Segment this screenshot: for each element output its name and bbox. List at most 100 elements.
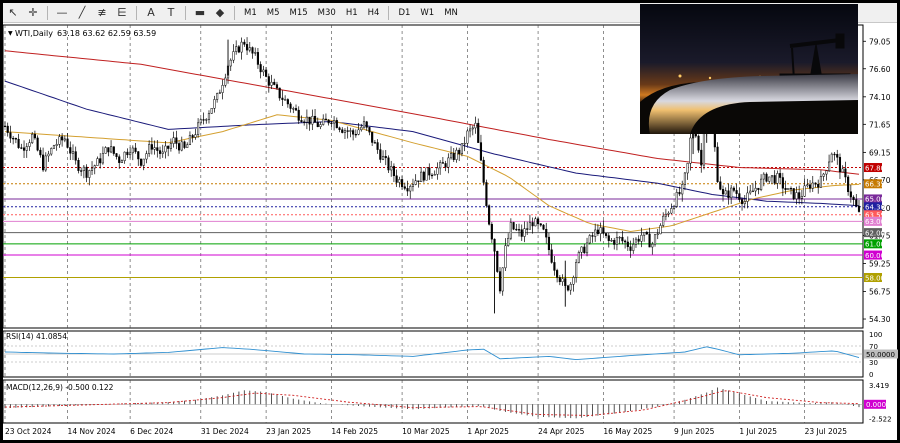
candle-body — [811, 182, 814, 189]
candle-body — [123, 151, 126, 161]
candle-body — [254, 52, 257, 54]
candle-body — [139, 158, 143, 166]
candle-body — [330, 122, 333, 125]
candle — [716, 142, 719, 183]
candle — [553, 255, 556, 276]
candle-body — [349, 130, 352, 132]
candle-body — [148, 144, 151, 154]
candle-body — [828, 161, 831, 172]
candle — [42, 147, 45, 172]
candle-body — [667, 212, 670, 215]
candle — [224, 73, 227, 88]
candle — [406, 180, 409, 196]
candle-body — [311, 115, 314, 125]
candle — [207, 110, 211, 124]
candle — [591, 232, 594, 243]
x-tick-label: 23 Oct 2024 — [5, 427, 52, 436]
candle — [338, 126, 341, 133]
candle-body — [245, 44, 249, 51]
candle-body — [436, 167, 439, 175]
candle-body — [52, 145, 56, 149]
candle — [368, 126, 371, 136]
y-tick-label: 56.75 — [869, 288, 891, 297]
candle — [507, 233, 510, 247]
candle — [213, 95, 216, 113]
candle — [256, 47, 260, 69]
candle — [289, 102, 292, 113]
candle-body — [25, 146, 28, 151]
candle-body — [259, 64, 262, 73]
candle — [311, 109, 314, 131]
candle — [773, 170, 776, 185]
candle — [365, 120, 368, 131]
candle-body — [99, 158, 102, 164]
candle — [604, 233, 608, 239]
candle — [496, 250, 499, 273]
candle-body — [164, 145, 167, 153]
candle — [634, 237, 638, 248]
candle — [572, 275, 575, 292]
x-tick-label: 1 Jul 2025 — [739, 427, 777, 436]
candle-body — [14, 137, 17, 140]
candle-body — [517, 229, 521, 231]
candle-body — [795, 192, 798, 200]
candle — [150, 137, 153, 155]
candle-body — [855, 199, 858, 207]
candle-body — [207, 113, 211, 120]
candle — [474, 116, 477, 134]
candle-body — [33, 133, 36, 139]
candle-body — [161, 151, 164, 154]
candle-body — [789, 188, 793, 190]
candle-body — [104, 147, 107, 154]
candle — [362, 116, 366, 129]
candle-body — [395, 175, 398, 183]
x-tick-label: 14 Nov 2024 — [68, 427, 116, 436]
candle — [39, 147, 42, 158]
candle — [626, 236, 629, 251]
candle — [615, 231, 619, 251]
candle — [169, 138, 172, 152]
candle — [531, 217, 534, 234]
candle-body — [55, 144, 58, 146]
candle — [746, 186, 749, 209]
x-tick-label: 6 Dec 2024 — [130, 427, 173, 436]
candle — [558, 275, 561, 286]
candle-body — [417, 180, 420, 182]
candle — [580, 246, 583, 259]
level-tag-text: 62.00 — [865, 229, 885, 237]
candle — [735, 183, 738, 199]
y-tick-label: 54.30 — [869, 315, 891, 324]
candle — [672, 204, 676, 211]
candle — [770, 175, 774, 184]
candle-body — [265, 69, 268, 77]
candle — [738, 187, 741, 203]
candle — [131, 145, 134, 161]
candle — [439, 160, 442, 175]
candle — [308, 116, 311, 131]
candle-body — [327, 119, 330, 124]
candle-body — [368, 127, 371, 133]
candle — [409, 184, 412, 199]
candle — [751, 183, 754, 193]
candle — [281, 90, 284, 107]
candle — [286, 98, 289, 108]
candle-body — [602, 227, 605, 234]
candle-body — [803, 185, 806, 197]
candle-body — [847, 176, 850, 192]
candle — [267, 73, 270, 93]
candle-body — [770, 175, 774, 178]
candle — [743, 194, 746, 209]
candle — [828, 154, 831, 173]
candle-body — [156, 147, 159, 151]
candle — [607, 232, 610, 248]
candle — [390, 160, 393, 177]
candle-body — [444, 163, 447, 168]
candle-body — [42, 154, 45, 171]
candle-body — [656, 233, 659, 236]
candle — [194, 128, 197, 140]
candle-body — [36, 137, 39, 151]
candle — [352, 128, 355, 141]
candle-body — [817, 183, 820, 188]
candle — [216, 92, 219, 103]
candle-body — [798, 192, 801, 199]
